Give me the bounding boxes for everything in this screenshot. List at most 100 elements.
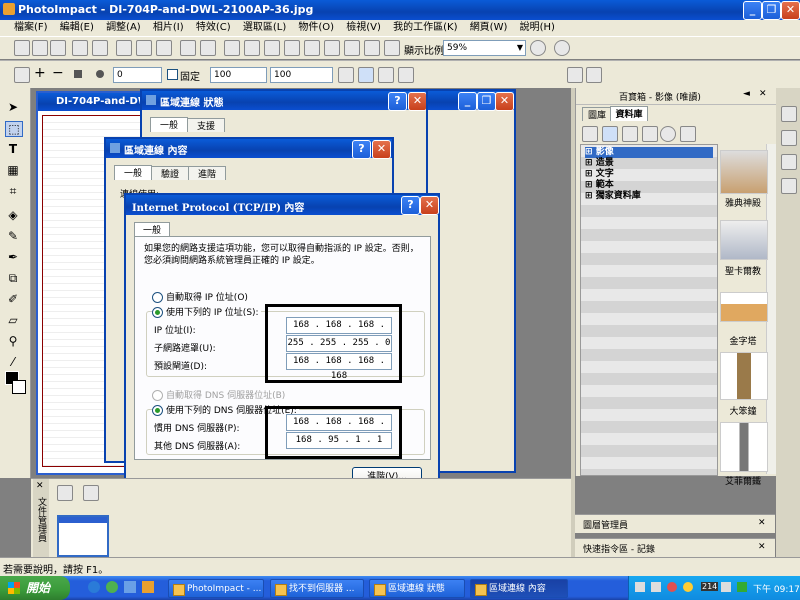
tray-volume-icon[interactable] (651, 582, 661, 592)
bg-close-button[interactable]: ✕ (495, 92, 514, 111)
menu-edit[interactable]: 編輯(E) (60, 22, 94, 33)
print-icon[interactable] (72, 40, 88, 56)
cut-icon[interactable] (116, 40, 132, 56)
desktop-quicklaunch-icon[interactable] (124, 581, 136, 593)
palette-view-icon[interactable] (602, 126, 618, 142)
palette-doc-icon[interactable] (680, 126, 696, 142)
retouch-tool-icon[interactable]: ✐ (5, 292, 21, 306)
palette-list-icon[interactable] (622, 126, 638, 142)
start-button[interactable]: 開始 (0, 576, 70, 600)
ie-quicklaunch-icon[interactable] (88, 581, 100, 593)
selection-mode-icon-4[interactable] (398, 67, 414, 83)
props-dialog-title-bar[interactable]: 區域連線 內容 ? ✕ (106, 139, 392, 159)
menu-photo[interactable]: 相片(I) (153, 22, 184, 33)
dock-image-icon[interactable] (781, 130, 797, 146)
menu-view[interactable]: 檢視(V) (346, 22, 381, 33)
selection-mode-icon-3[interactable] (378, 67, 394, 83)
selection-tool-icon[interactable]: ⬚ (5, 121, 23, 137)
height-field[interactable]: 100 (270, 67, 333, 83)
menu-web[interactable]: 網頁(W) (470, 22, 508, 33)
status-close-button[interactable]: ✕ (408, 92, 427, 111)
color-icon[interactable] (324, 40, 340, 56)
tcpip-dialog-title-bar[interactable]: Internet Protocol (TCP/IP) 內容 ? ✕ (126, 195, 439, 215)
taskbar-item-props[interactable]: 區域連線 內容 (470, 579, 568, 598)
undo-icon[interactable] (180, 40, 196, 56)
marquee-icon[interactable] (14, 67, 30, 83)
scanner-icon[interactable] (244, 40, 260, 56)
tab-props-advanced[interactable]: 進階 (188, 166, 226, 180)
camera-icon[interactable] (224, 40, 240, 56)
add-icon[interactable]: + (34, 65, 46, 81)
menu-help[interactable]: 說明(H) (520, 22, 555, 33)
thumb-athens[interactable] (720, 150, 768, 194)
tray-app-icon-3[interactable] (721, 582, 731, 592)
menu-effect[interactable]: 特效(C) (196, 22, 231, 33)
tree-item-scenery[interactable]: ⊞ 造景 (585, 158, 614, 169)
thumb-st-charles[interactable] (720, 220, 768, 260)
tree-item-text[interactable]: ⊞ 文字 (585, 169, 614, 180)
bg-minimize-button[interactable]: _ (458, 92, 477, 111)
rotate-icon[interactable] (304, 40, 320, 56)
transform-tool-icon[interactable]: ▦ (5, 163, 21, 177)
doc-panel-close-icon[interactable]: ✕ (36, 481, 44, 491)
media-quicklaunch-icon[interactable] (106, 581, 118, 593)
dock-layer-icon[interactable] (781, 154, 797, 170)
palette-grid-icon[interactable] (642, 126, 658, 142)
zoom-tool-icon[interactable]: ⚲ (5, 334, 21, 348)
tab-tcpip-general[interactable]: 一般 (134, 222, 170, 237)
background-color-swatch[interactable] (12, 380, 26, 394)
eraser-tool-icon[interactable]: ▱ (5, 313, 21, 327)
auto-ip-radio[interactable]: 自動取得 IP 位址(O) (152, 290, 248, 303)
frame-icon[interactable] (364, 40, 380, 56)
bg-maximize-button[interactable]: ❐ (477, 92, 496, 111)
home-icon[interactable] (567, 67, 583, 83)
tab-status-support[interactable]: 支援 (187, 118, 225, 132)
crop-tool-icon[interactable]: ⌗ (5, 184, 21, 198)
dock-palette-icon[interactable] (781, 106, 797, 122)
save-icon[interactable] (50, 40, 66, 56)
brush-tool-icon[interactable]: ✎ (5, 229, 21, 243)
help-icon[interactable] (554, 40, 570, 56)
selection-mode-icon-1[interactable] (338, 67, 354, 83)
doc-play-icon[interactable] (57, 485, 73, 501)
mail-icon[interactable] (92, 40, 108, 56)
palette-menu-icon[interactable]: ◄ (743, 89, 750, 99)
minimize-button[interactable]: _ (743, 1, 762, 20)
stamp-tool-icon[interactable]: ⧉ (5, 271, 21, 285)
crop-icon[interactable] (264, 40, 280, 56)
panel-splitter[interactable] (571, 88, 575, 557)
web-icon[interactable] (384, 40, 400, 56)
tree-item-exclusive[interactable]: ⊞ 獨家資料庫 (585, 191, 641, 202)
taskbar-item-photoimpact[interactable]: PhotoImpact - ... (168, 579, 264, 598)
tray-app-icon-1[interactable] (667, 582, 677, 592)
circle-shape-icon[interactable] (96, 70, 104, 78)
auto-dns-radio[interactable]: 自動取得 DNS 伺服器位址(B) (152, 388, 285, 401)
tcpip-close-button[interactable]: ✕ (420, 196, 439, 215)
tree-item-image[interactable]: ⊞ 影像 (585, 147, 713, 158)
selection-mode-icon-2[interactable] (358, 67, 374, 83)
tray-app-icon-4[interactable] (737, 582, 747, 592)
fixed-checkbox[interactable] (167, 69, 178, 80)
tab-library[interactable]: 資料庫 (610, 106, 648, 121)
menu-adjust[interactable]: 調整(A) (106, 22, 141, 33)
square-shape-icon[interactable] (74, 70, 82, 78)
doc-panel-handle[interactable]: ✕ 文件管理員 (33, 479, 49, 558)
width-field[interactable]: 100 (210, 67, 267, 83)
close-button[interactable]: ✕ (781, 1, 800, 20)
layer-manager-bar[interactable]: 圖層管理員 ✕ (575, 514, 775, 533)
paste-icon[interactable] (156, 40, 172, 56)
maximize-button[interactable]: ❐ (762, 1, 781, 20)
fill-tool-icon[interactable]: ◈ (5, 208, 21, 222)
thumb-pyramid[interactable] (720, 292, 768, 322)
tray-network-icon[interactable] (635, 582, 645, 592)
soft-edge-field[interactable]: 0 (113, 67, 162, 83)
check-icon[interactable] (586, 67, 602, 83)
app-quicklaunch-icon[interactable] (142, 581, 154, 593)
taskbar-item-status[interactable]: 區域連線 狀態 (369, 579, 465, 598)
palette-print-icon[interactable] (582, 126, 598, 142)
palette-close-icon[interactable]: ✕ (759, 89, 767, 99)
pen-tool-icon[interactable]: ✒ (5, 250, 21, 264)
taskbar-item-browser[interactable]: 找不到伺服器 ... (270, 579, 364, 598)
thumb-big-ben[interactable] (720, 352, 768, 400)
status-help-button[interactable]: ? (388, 92, 407, 111)
